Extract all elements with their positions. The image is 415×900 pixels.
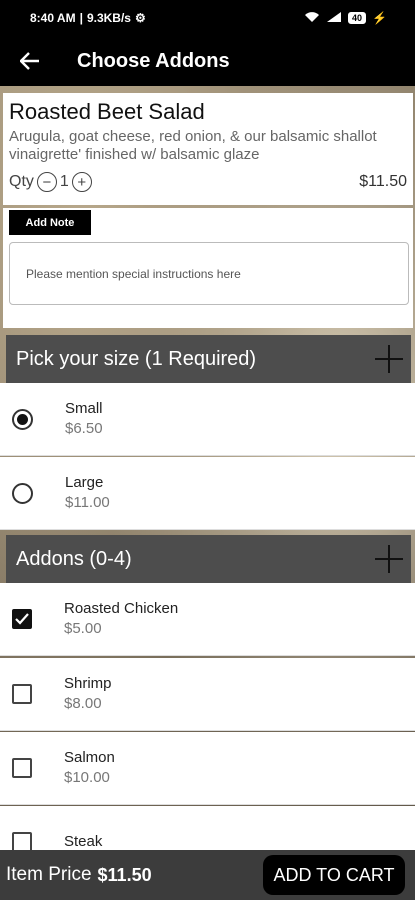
item-card: Roasted Beet Salad Arugula, goat cheese,… bbox=[3, 93, 413, 205]
item-name: Roasted Beet Salad bbox=[9, 99, 205, 124]
checkbox-icon[interactable] bbox=[12, 758, 32, 778]
bottom-bar: Item Price $11.50 ADD TO CART bbox=[0, 850, 415, 900]
option-price: $10.00 bbox=[64, 769, 110, 786]
minus-icon[interactable]: − bbox=[36, 172, 57, 192]
checkbox-checked-icon[interactable] bbox=[12, 609, 32, 629]
back-button[interactable] bbox=[10, 41, 50, 81]
addons-section-header[interactable]: Addons (0-4) bbox=[6, 535, 411, 583]
radio-unselected-icon[interactable] bbox=[12, 482, 33, 504]
addons-section-title: Addons (0-4) bbox=[16, 547, 132, 570]
item-description: Arugula, goat cheese, red onion, & our b… bbox=[9, 128, 377, 163]
app-bar: Choose Addons bbox=[0, 36, 415, 86]
special-instructions-input[interactable] bbox=[9, 242, 409, 305]
option-price: $5.00 bbox=[64, 620, 102, 637]
radio-selected-icon[interactable] bbox=[12, 408, 33, 430]
addon-option-salmon[interactable]: Salmon $10.00 bbox=[0, 732, 415, 805]
item-price-label: Item Price bbox=[6, 864, 92, 885]
add-note-label: Add Note bbox=[9, 210, 91, 235]
arrow-left-icon bbox=[20, 52, 39, 70]
item-price-total: $11.50 bbox=[97, 864, 152, 885]
gear-icon: ⚙ bbox=[134, 11, 146, 25]
note-card: Add Note bbox=[3, 208, 413, 328]
option-price: $6.50 bbox=[65, 420, 103, 437]
option-name: Large bbox=[65, 474, 104, 491]
page-title: Choose Addons bbox=[77, 49, 230, 72]
checkbox-icon[interactable] bbox=[12, 684, 32, 704]
size-option-large[interactable]: Large $11.00 bbox=[0, 457, 415, 530]
addon-option-shrimp[interactable]: Shrimp $8.00 bbox=[0, 658, 415, 731]
size-section-title: Pick your size (1 Required) bbox=[16, 347, 257, 370]
option-price: $8.00 bbox=[64, 695, 102, 712]
plus-icon[interactable] bbox=[375, 345, 403, 373]
addon-option-roasted-chicken[interactable]: Roasted Chicken $5.00 bbox=[0, 583, 415, 656]
option-name: Small bbox=[65, 400, 103, 417]
qty-label: Qty bbox=[9, 173, 34, 190]
charging-icon: ⚡ bbox=[372, 11, 387, 25]
battery-icon: 40 bbox=[348, 12, 367, 24]
option-price: $11.00 bbox=[65, 494, 110, 511]
size-option-small[interactable]: Small $6.50 bbox=[0, 383, 415, 456]
signal-icon bbox=[326, 11, 342, 26]
option-name: Salmon bbox=[64, 749, 115, 766]
add-to-cart-button[interactable]: ADD TO CART bbox=[263, 855, 405, 895]
status-bar: 8:40 AM | 9.3KB/s ⚙ 40 ⚡ bbox=[0, 0, 415, 36]
option-name: Roasted Chicken bbox=[64, 600, 179, 617]
plus-icon[interactable]: + bbox=[71, 172, 92, 192]
checkbox-icon[interactable] bbox=[12, 832, 32, 852]
status-speed: 9.3KB/s bbox=[86, 11, 131, 25]
status-time: 8:40 AM bbox=[30, 11, 76, 25]
wifi-icon bbox=[304, 11, 320, 26]
quantity-stepper: Qty − 1 + $11.50 bbox=[9, 172, 407, 192]
option-name: Steak bbox=[64, 833, 103, 850]
qty-value: 1 bbox=[59, 173, 69, 190]
item-price: $11.50 bbox=[359, 173, 407, 190]
plus-icon[interactable] bbox=[375, 545, 403, 573]
option-name: Shrimp bbox=[64, 675, 112, 692]
size-section-header[interactable]: Pick your size (1 Required) bbox=[6, 335, 411, 383]
